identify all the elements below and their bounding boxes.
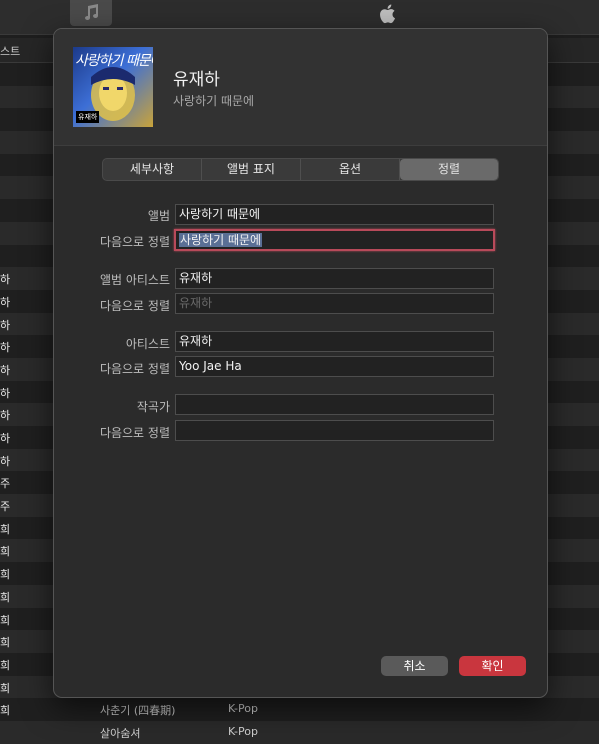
composer-sort-label: 다음으로 정렬 [99,426,170,440]
artist-label: 아티스트 [125,337,170,351]
artist-sort-field[interactable]: Yoo Jae Ha [175,356,494,377]
album-artist-sort-placeholder: 유재하 [179,296,213,310]
row-genre: K-Pop [228,702,258,716]
album-sort-selected-text: 사랑하기 때문에 [179,233,263,247]
row-artist-fragment: 하 [0,318,11,332]
row-artist-fragment: 하 [0,386,11,400]
tab-artwork[interactable]: 앨범 표지 [202,159,301,180]
album-sort-field[interactable]: 사랑하기 때문에 [174,229,495,251]
row-artist-fragment: 하 [0,432,11,445]
row-album: 살아숨셔 [100,726,141,740]
ok-button[interactable]: 확인 [459,656,526,676]
album-artist-sort-label: 다음으로 정렬 [99,299,170,313]
tab-sorting[interactable]: 정렬 [400,159,498,180]
row-artist-fragment: 희 [0,590,11,604]
row-artist-fragment: 하 [0,454,11,468]
tab-bar: 세부사항 앨범 표지 옵션 정렬 [102,158,499,181]
row-artist-fragment: 희 [0,522,11,536]
apple-logo-icon [376,2,402,26]
row-artist-fragment: 희 [0,636,11,650]
info-dialog: 사랑하기 때문에 유재하 유재하 사랑하기 때문에 세부사항 앨범 표지 옵션 … [53,28,548,698]
composer-label: 작곡가 [136,400,170,414]
list-row[interactable]: 살아숨셔 K-Pop [0,720,599,744]
album-field[interactable]: 사랑하기 때문에 [175,204,494,225]
composer-sort-field[interactable] [175,420,494,441]
album-artist-field[interactable]: 유재하 [175,268,494,289]
music-note-icon[interactable] [70,0,112,26]
row-artist-fragment: 희 [0,681,11,695]
row-artist-fragment: 주 [0,500,11,514]
tab-details[interactable]: 세부사항 [103,159,202,180]
column-header-artist-fragment: 스트 [0,45,21,58]
dialog-title: 유재하 [173,70,220,90]
row-artist-fragment: 하 [0,273,11,287]
cover-art-title: 사랑하기 때문에 [75,53,153,69]
tab-options[interactable]: 옵션 [301,159,400,180]
row-album: 사춘기 (四春期) [100,704,176,718]
album-label: 앨범 [147,209,170,223]
row-artist-fragment: 하 [0,295,11,309]
composer-field[interactable] [175,394,494,415]
album-cover-art: 사랑하기 때문에 유재하 [73,47,153,127]
album-artist-sort-field[interactable]: 유재하 [175,293,494,314]
cancel-button[interactable]: 취소 [381,656,448,676]
row-artist-fragment: 희 [0,704,11,718]
album-sort-label: 다음으로 정렬 [99,235,170,249]
artist-field[interactable]: 유재하 [175,331,494,352]
row-artist-fragment: 희 [0,613,11,627]
row-artist-fragment: 하 [0,409,11,423]
dialog-subtitle: 사랑하기 때문에 [173,94,255,108]
cover-art-artist: 유재하 [76,111,100,123]
row-artist-fragment: 하 [0,341,11,355]
row-artist-fragment: 희 [0,568,11,582]
row-artist-fragment: 주 [0,477,11,491]
row-artist-fragment: 하 [0,363,11,377]
dialog-header: 사랑하기 때문에 유재하 유재하 사랑하기 때문에 [54,29,547,146]
artist-sort-label: 다음으로 정렬 [99,362,170,376]
row-artist-fragment: 희 [0,658,11,672]
album-artist-label: 앨범 아티스트 [99,273,170,287]
row-artist-fragment: 희 [0,545,11,559]
list-row[interactable]: 희 사춘기 (四春期) K-Pop [0,698,599,721]
